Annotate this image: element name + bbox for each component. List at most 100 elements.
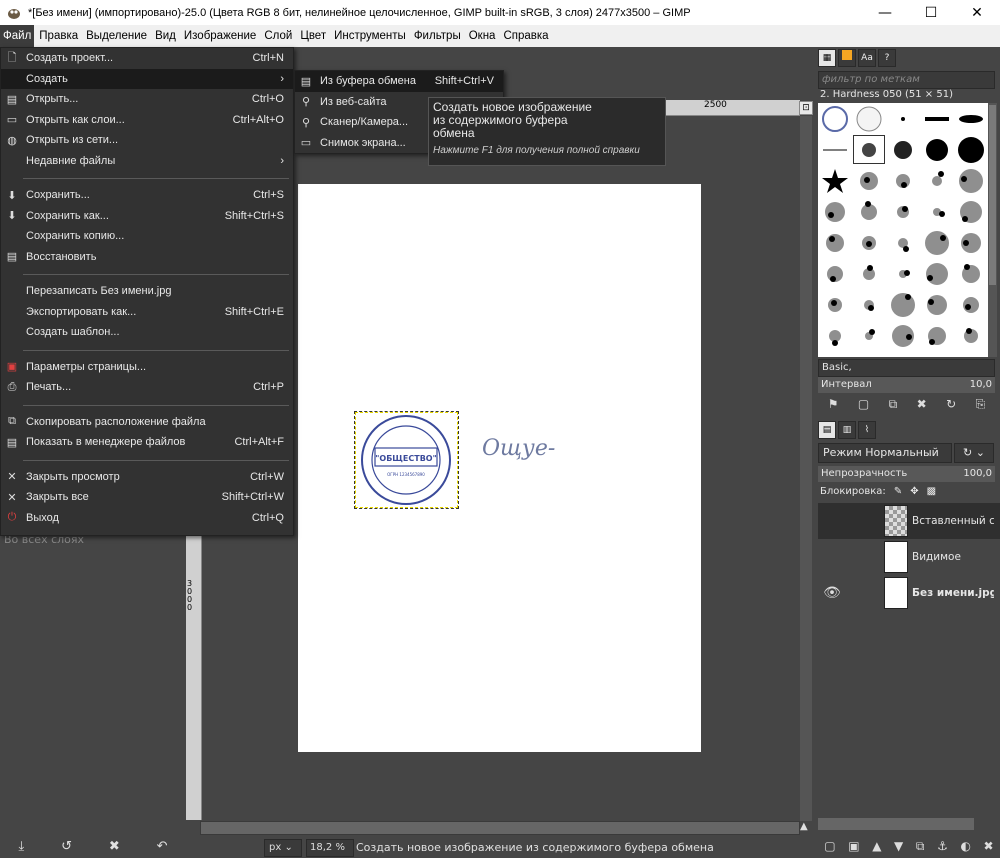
brush-thumbnail[interactable] [954, 196, 988, 227]
new-brush-icon[interactable]: ▢ [858, 397, 869, 411]
layer-mode-select[interactable]: Режим Нормальный ⌄ [818, 443, 952, 477]
mask-layer-icon[interactable]: ◐ [960, 839, 970, 853]
menu-help[interactable]: Справка [500, 25, 551, 47]
brush-thumbnail[interactable] [886, 320, 920, 351]
brush-thumbnail[interactable] [818, 320, 852, 351]
file-menu-item[interactable]: ✕ Закрыть просмотр Ctrl+W [1, 467, 293, 488]
lock-alpha-icon[interactable]: ▩ [927, 486, 936, 497]
brush-thumbnail[interactable] [852, 320, 886, 351]
file-menu-item[interactable]: ⬇ Сохранить... Ctrl+S [1, 185, 293, 206]
delete-layer-icon[interactable]: ✖ [984, 839, 994, 853]
layer-row[interactable]: Видимое [818, 539, 1000, 575]
new-layer-icon[interactable]: ▢ [824, 839, 835, 853]
brush-thumbnail[interactable] [920, 227, 954, 258]
file-menu-item[interactable]: ▣ Параметры страницы... [1, 357, 293, 378]
brush-thumbnail[interactable] [954, 320, 988, 351]
layer-row[interactable]: 👁 Без имени.jpg [818, 575, 1000, 611]
delete-options-icon[interactable]: ✖ [109, 839, 120, 854]
vertical-scrollbar[interactable] [800, 116, 812, 821]
file-menu-item[interactable]: ▤ Показать в менеджере файлов Ctrl+Alt+F [1, 432, 293, 453]
file-menu-item[interactable]: ⎙ Печать... Ctrl+P [1, 377, 293, 398]
duplicate-layer-icon[interactable]: ⧉ [916, 839, 925, 854]
file-menu-item[interactable]: Недавние файлы › [1, 151, 293, 172]
file-menu-item[interactable]: ◍ Открыть из сети... [1, 130, 293, 151]
maximize-button[interactable]: ☐ [908, 0, 954, 25]
menu-view[interactable]: Вид [152, 25, 179, 47]
brush-thumbnail[interactable] [852, 134, 886, 165]
brush-thumbnail[interactable] [920, 320, 954, 351]
lock-pixels-icon[interactable]: ✎ [894, 486, 902, 497]
brush-preset-select[interactable]: Basic, [818, 359, 995, 377]
tab-brushes[interactable]: ▦ [818, 49, 836, 67]
visibility-eye-icon[interactable]: 👁 [818, 585, 846, 601]
tab-layers[interactable]: ▤ [818, 421, 836, 439]
file-menu-item[interactable]: Сохранить копию... [1, 226, 293, 247]
brush-thumbnail[interactable] [818, 196, 852, 227]
brush-thumbnail[interactable] [818, 258, 852, 289]
lock-position-icon[interactable]: ✥ [910, 486, 918, 497]
brush-thumbnail[interactable] [886, 165, 920, 196]
brush-thumbnail[interactable] [852, 258, 886, 289]
menu-tools[interactable]: Инструменты [331, 25, 409, 47]
new-group-icon[interactable]: ▣ [848, 839, 859, 853]
horizontal-scrollbar[interactable] [200, 821, 800, 835]
brush-thumbnail[interactable] [818, 165, 852, 196]
mode-reset-button[interactable]: ↻ ⌄ [954, 443, 994, 463]
file-menu-item[interactable]: Создать › [1, 68, 293, 89]
anchor-layer-icon[interactable]: ⚓ [937, 839, 948, 853]
brush-thumbnail[interactable] [954, 103, 988, 134]
file-menu-item[interactable]: ⬇ Сохранить как... Shift+Ctrl+S [1, 206, 293, 227]
menu-windows[interactable]: Окна [466, 25, 499, 47]
menu-layer[interactable]: Слой [261, 25, 295, 47]
brush-thumbnail[interactable] [954, 289, 988, 320]
raise-layer-icon[interactable]: ▲ [872, 839, 881, 853]
brush-thumbnail[interactable] [818, 103, 852, 134]
tab-fonts[interactable]: Aa [858, 49, 876, 67]
brush-thumbnail[interactable] [920, 289, 954, 320]
opacity-slider[interactable]: Непрозрачность 100,0 [818, 466, 995, 482]
tag-filter-input[interactable]: фильтр по меткам [818, 71, 995, 89]
brush-grid[interactable] [818, 103, 988, 357]
minimize-button[interactable]: — [862, 0, 908, 25]
file-menu-item[interactable]: Перезаписать Без имени.jpg [1, 281, 293, 302]
zoom-select[interactable]: 18,2 % ⌄ [306, 839, 354, 857]
menu-colors[interactable]: Цвет [297, 25, 329, 47]
file-menu-item[interactable]: ▤ Открыть... Ctrl+O [1, 89, 293, 110]
brush-thumbnail[interactable] [920, 134, 954, 165]
brush-thumbnail[interactable] [886, 289, 920, 320]
brush-thumbnail[interactable] [954, 165, 988, 196]
brush-thumbnail[interactable] [818, 227, 852, 258]
lower-layer-icon[interactable]: ▼ [894, 839, 903, 853]
brush-thumbnail[interactable] [818, 134, 852, 165]
close-button[interactable]: ✕ [954, 0, 1000, 25]
file-menu-item[interactable]: ✕ Закрыть все Shift+Ctrl+W [1, 487, 293, 508]
open-as-image-icon[interactable]: ⎘ [976, 397, 986, 412]
brush-thumbnail[interactable] [920, 196, 954, 227]
brush-thumbnail[interactable] [920, 258, 954, 289]
layer-row[interactable]: Вставленный с [818, 503, 1000, 539]
file-menu-item[interactable]: Создать шаблон... [1, 322, 293, 343]
brush-thumbnail[interactable] [954, 258, 988, 289]
layers-hscroll[interactable] [818, 818, 974, 830]
brush-thumbnail[interactable] [954, 227, 988, 258]
reset-options-icon[interactable]: ↶ [157, 839, 168, 854]
tab-channels[interactable]: ▥ [838, 421, 856, 439]
menu-select[interactable]: Выделение [83, 25, 150, 47]
file-menu-item[interactable]: ⧉ Скопировать расположение файла [1, 412, 293, 433]
interval-slider[interactable]: Интервал 10,0 [818, 377, 995, 393]
zoom-to-fit-icon[interactable]: ⊡ [799, 101, 813, 115]
brush-thumbnail[interactable] [852, 227, 886, 258]
brush-thumbnail[interactable] [818, 289, 852, 320]
menu-filters[interactable]: Фильтры [411, 25, 464, 47]
menu-image[interactable]: Изображение [181, 25, 259, 47]
tag-icon[interactable]: ⚑ [828, 397, 839, 411]
brush-thumbnail[interactable] [852, 196, 886, 227]
unit-select[interactable]: px ⌄ [264, 839, 302, 857]
brush-thumbnail[interactable] [886, 196, 920, 227]
file-menu-item[interactable]: ▤ Восстановить [1, 247, 293, 268]
file-menu-item[interactable]: ⏻ Выход Ctrl+Q [1, 508, 293, 529]
duplicate-brush-icon[interactable]: ⧉ [889, 397, 898, 412]
restore-options-icon[interactable]: ↺ [61, 839, 72, 854]
tab-patterns[interactable] [838, 49, 856, 67]
brush-thumbnail[interactable] [852, 103, 886, 134]
